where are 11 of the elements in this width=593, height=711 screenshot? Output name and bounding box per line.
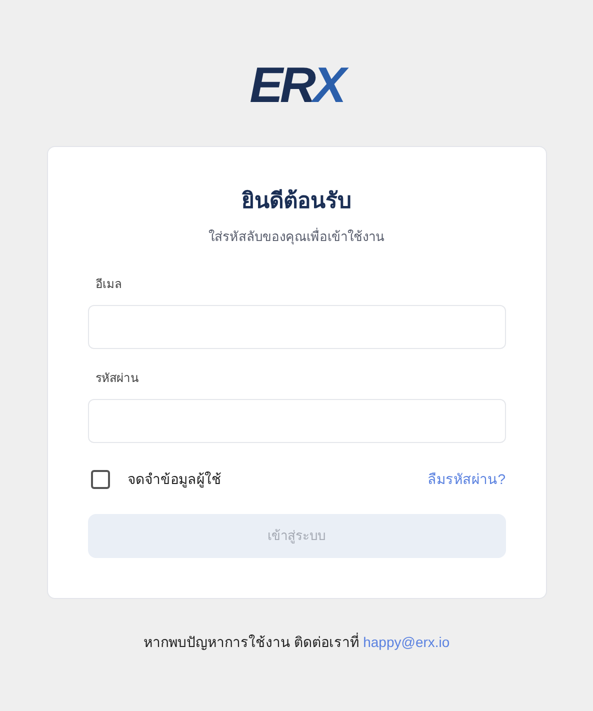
field-label: อีเมล [96, 276, 122, 292]
remember-label: จดจำข้อมูลผู้ใช้ [128, 470, 222, 490]
field-label: รหัสผ่าน [96, 370, 140, 386]
email-link[interactable]: happy@erx.io [363, 634, 450, 650]
checkbox[interactable] [90, 470, 110, 488]
input-field[interactable] [88, 304, 506, 348]
card-title: ยินดีต้อนรับ [240, 187, 352, 215]
forgot-password-link[interactable]: ลืมรหัสผ่าน? [428, 468, 506, 490]
input-field[interactable] [88, 398, 506, 442]
footer-text: หากพบปัญหาการใช้งาน ติดต่อเราที่ happy@erx.io [143, 632, 450, 652]
card-subtitle: ใส่รหัสลับของคุณเพื่อเข้าใช้งาน [208, 227, 386, 246]
